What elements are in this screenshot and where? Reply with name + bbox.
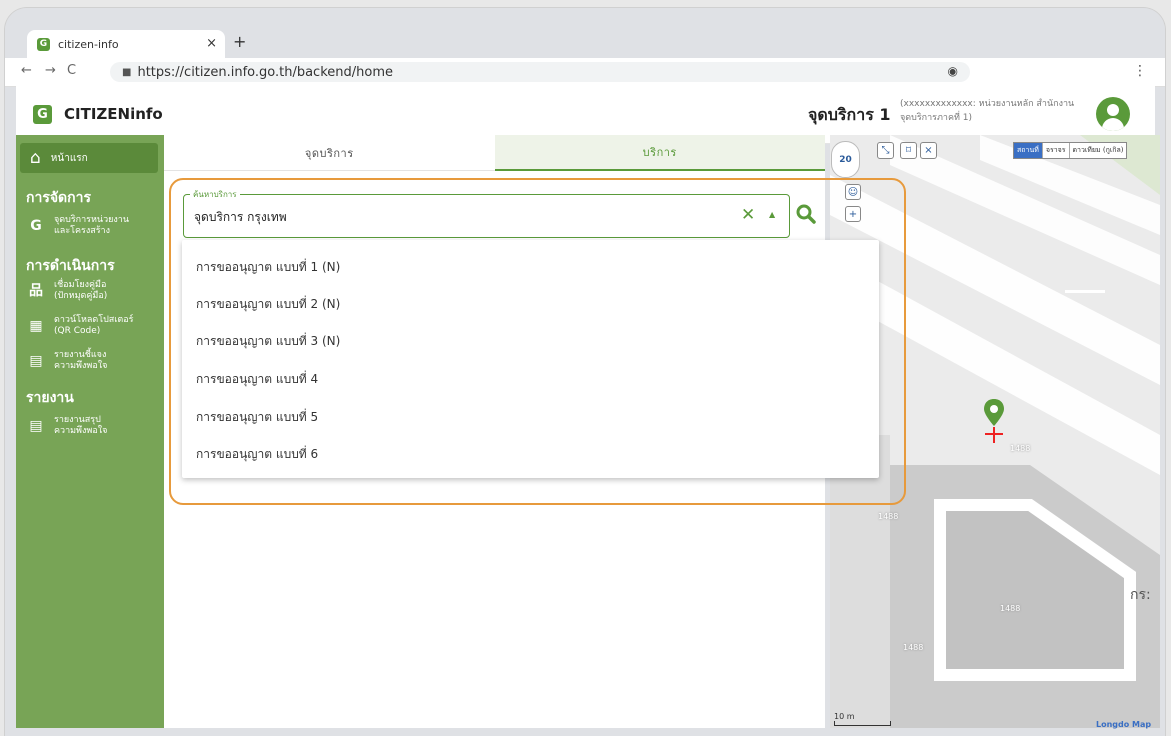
dropdown-option[interactable]: การขออนุญาต แบบที่ 3 (N) [196, 332, 340, 351]
new-tab-button[interactable]: + [233, 32, 246, 51]
search-input-value[interactable]: จุดบริการ กรุงเทพ [194, 208, 287, 227]
map-layer-switcher: สถานที่ จราจร ดาวเทียม (กูเกิล) [1013, 142, 1128, 159]
location-icon[interactable]: ◉ [948, 64, 958, 78]
sidebar-item-label: ความพึงพอใจ [54, 426, 108, 436]
service-point-title: จุดบริการ 1 [808, 105, 891, 124]
browser-menu-icon[interactable]: ⋮ [1133, 63, 1147, 79]
sidebar-item-link-manual[interactable]: 品 เชื่อมโยงคู่มือ (ปักหมุดคู่มือ) [26, 280, 107, 302]
qr-code-icon: ▦ [29, 317, 43, 334]
map-label: 1488 [1010, 444, 1031, 453]
clear-icon[interactable]: × [920, 142, 937, 159]
main-tabs: จุดบริการ บริการ [164, 135, 825, 171]
tab-service[interactable]: บริการ [494, 135, 825, 171]
sidebar-item-service-units[interactable]: G จุดบริการหน่วยงาน และโครงสร้าง [26, 215, 129, 237]
sidebar-item-label: และโครงสร้าง [54, 226, 111, 236]
url-field[interactable]: ■ https://citizen.info.go.th/backend/hom… [110, 62, 970, 82]
search-button[interactable] [795, 203, 817, 225]
dropdown-option[interactable]: การขออนุญาต แบบที่ 2 (N) [196, 295, 340, 314]
dropdown-option[interactable]: การขออนุญาต แบบที่ 1 (N) [196, 258, 340, 277]
dropdown-option[interactable]: การขออนุญาต แบบที่ 4 [196, 370, 318, 389]
sidebar-item-label: (QR Code) [54, 326, 101, 336]
zoom-level: 20 [839, 154, 852, 165]
map-label: 1488 [878, 512, 899, 521]
caret-up-icon[interactable]: ▲ [769, 210, 775, 219]
app-logo-icon: G [33, 105, 52, 124]
sidebar-item-label: รายงานชี้แจง [54, 350, 107, 360]
map-place-label: กร: [1130, 587, 1151, 603]
measure-icon[interactable]: ⤡ [877, 142, 894, 159]
clear-icon[interactable]: ✕ [741, 205, 755, 225]
section-manage: การจัดการ [26, 190, 92, 206]
back-icon[interactable]: ← [21, 63, 32, 78]
draw-icon[interactable]: ⌑ [900, 142, 917, 159]
zoom-control[interactable]: 20 [831, 141, 860, 178]
layer-traffic-button[interactable]: จราจร [1043, 143, 1070, 158]
address-bar: ← → C ■ https://citizen.info.go.th/backe… [5, 58, 1165, 87]
sidebar-item-label: (ปักหมุดคู่มือ) [54, 291, 108, 301]
search-icon [796, 204, 816, 224]
document-icon: ▤ [29, 417, 43, 434]
sidebar-item-label: เชื่อมโยงคู่มือ [54, 280, 107, 290]
user-info-line2: จุดบริการภาคที่ 1) [900, 113, 973, 123]
sidebar: ⌂ หน้าแรก การจัดการ G จุดบริการหน่วยงานแ… [16, 135, 164, 728]
g-logo-icon: G [30, 217, 42, 234]
reload-icon[interactable]: C [67, 63, 76, 78]
forward-icon[interactable]: → [45, 63, 56, 78]
sidebar-item-download-poster[interactable]: ▦ ดาวน์โหลดโปสเตอร์ (QR Code) [26, 315, 133, 337]
sidebar-item-label: รายงานสรุป [54, 415, 101, 425]
network-icon: 品 [29, 282, 43, 299]
sidebar-item-satisfaction-summary[interactable]: ▤ รายงานสรุป ความพึงพอใจ [26, 415, 107, 437]
tab-title: citizen-info [58, 37, 119, 51]
document-icon: ▤ [29, 352, 43, 369]
user-info-line1: (xxxxxxxxxxxxx: หน่วยงานหลัก สำนักงาน [900, 99, 1075, 109]
service-dropdown: การขออนุญาต แบบที่ 1 (N) การขออนุญาต แบบ… [182, 240, 879, 478]
map-pin-icon[interactable] [983, 398, 1005, 448]
tab-service-point[interactable]: จุดบริการ [164, 135, 495, 171]
sidebar-item-home[interactable]: ⌂ หน้าแรก [20, 143, 158, 173]
section-report: รายงาน [26, 390, 74, 406]
section-operations: การดำเนินการ [26, 258, 115, 274]
search-field-label: ค้นหาบริการ [190, 188, 240, 201]
app-name: CITIZENinfo [64, 105, 163, 123]
map-label: 1488 [1000, 604, 1021, 613]
home-icon: ⌂ [30, 148, 41, 168]
sidebar-item-label: หน้าแรก [50, 152, 88, 164]
map-brand-logo: Longdo Map [1096, 720, 1152, 729]
sidebar-item-label: ดาวน์โหลดโปสเตอร์ [54, 315, 134, 325]
map-scale-label: 10 m [834, 712, 855, 721]
tab-bar: G citizen-info × + [5, 8, 1165, 58]
layer-satellite-button[interactable]: ดาวเทียม (กูเกิล) [1070, 143, 1127, 158]
url-text: https://citizen.info.go.th/backend/home [137, 64, 393, 80]
sidebar-item-label: จุดบริการหน่วยงาน [54, 215, 130, 225]
layer-place-button[interactable]: สถานที่ [1014, 143, 1043, 158]
browser-tab[interactable]: G citizen-info × [27, 30, 225, 58]
tab-close-icon[interactable]: × [206, 36, 217, 51]
avatar[interactable] [1096, 97, 1130, 131]
sidebar-item-satisfaction-explain[interactable]: ▤ รายงานชี้แจง ความพึงพอใจ [26, 350, 107, 372]
service-search-field[interactable]: ค้นหาบริการ จุดบริการ กรุงเทพ ✕ ▲ [183, 188, 790, 238]
map-scale-bar [834, 721, 891, 726]
favicon-icon: G [37, 37, 50, 51]
sidebar-item-label: ความพึงพอใจ [54, 361, 108, 371]
user-info: (xxxxxxxxxxxxx: หน่วยงานหลัก สำนักงาน จุ… [900, 97, 1100, 125]
lock-icon: ■ [122, 66, 132, 78]
dropdown-option[interactable]: การขออนุญาต แบบที่ 6 [196, 445, 318, 464]
map-label: 1488 [903, 643, 924, 652]
dropdown-option[interactable]: การขออนุญาต แบบที่ 5 [196, 408, 318, 427]
